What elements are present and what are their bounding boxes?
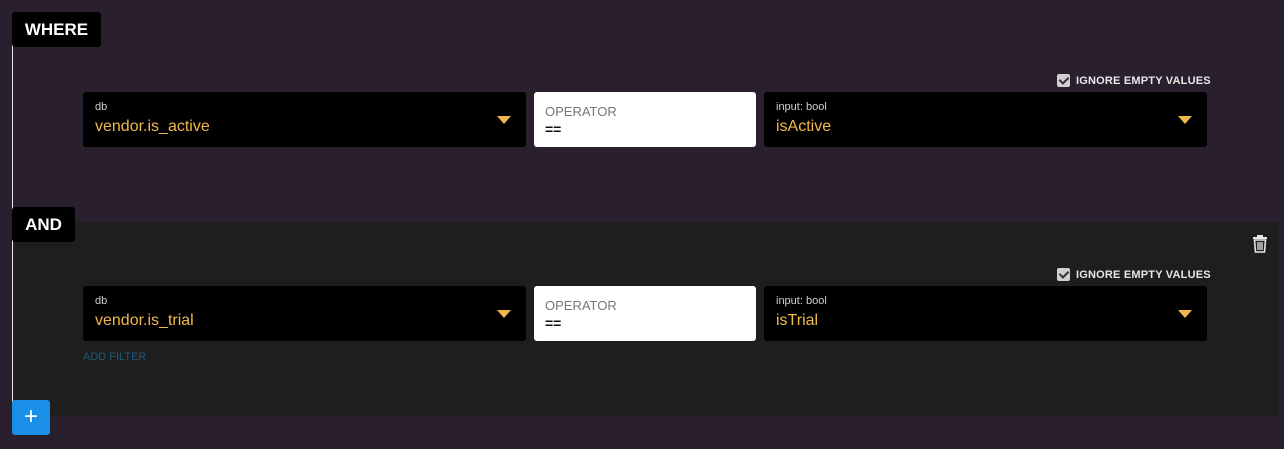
where-group-label: WHERE bbox=[12, 12, 101, 47]
chevron-down-icon[interactable] bbox=[497, 116, 511, 124]
operator-value: == bbox=[545, 121, 562, 137]
input-select-value: isTrial bbox=[776, 312, 819, 329]
ignore-empty-values-toggle[interactable]: IGNORE EMPTY VALUES bbox=[1057, 74, 1211, 87]
checkbox-checked-icon[interactable] bbox=[1057, 74, 1070, 87]
and-group-label: AND bbox=[12, 207, 75, 242]
ignore-empty-values-toggle[interactable]: IGNORE EMPTY VALUES bbox=[1057, 268, 1211, 281]
chevron-down-icon[interactable] bbox=[497, 310, 511, 318]
ignore-empty-values-label: IGNORE EMPTY VALUES bbox=[1076, 268, 1211, 281]
trash-icon[interactable] bbox=[1252, 235, 1268, 253]
chevron-down-icon[interactable] bbox=[1178, 310, 1192, 318]
operator-label: OPERATOR bbox=[545, 298, 617, 313]
add-group-button[interactable]: + bbox=[12, 400, 50, 435]
field-select-value: vendor.is_trial bbox=[95, 312, 194, 329]
operator-input[interactable]: OPERATOR == bbox=[534, 286, 756, 341]
checkbox-checked-icon[interactable] bbox=[1057, 268, 1070, 281]
operator-label: OPERATOR bbox=[545, 104, 617, 119]
input-select[interactable]: input: bool isActive bbox=[764, 92, 1207, 147]
input-select[interactable]: input: bool isTrial bbox=[764, 286, 1207, 341]
field-select-value: vendor.is_active bbox=[95, 118, 210, 135]
add-filter-link[interactable]: ADD FILTER bbox=[83, 351, 146, 363]
field-select[interactable]: db vendor.is_trial bbox=[83, 286, 526, 341]
field-select-label: db bbox=[95, 101, 108, 113]
plus-icon: + bbox=[23, 403, 38, 430]
input-select-value: isActive bbox=[776, 118, 832, 135]
operator-value: == bbox=[545, 315, 562, 331]
input-select-label: input: bool bbox=[776, 295, 827, 307]
field-select[interactable]: db vendor.is_active bbox=[83, 92, 526, 147]
query-builder: WHERE IGNORE EMPTY VALUES db vendor.is_a… bbox=[0, 0, 1284, 449]
input-select-label: input: bool bbox=[776, 101, 827, 113]
operator-input[interactable]: OPERATOR == bbox=[534, 92, 756, 147]
field-select-label: db bbox=[95, 295, 108, 307]
ignore-empty-values-label: IGNORE EMPTY VALUES bbox=[1076, 74, 1211, 87]
chevron-down-icon[interactable] bbox=[1178, 116, 1192, 124]
